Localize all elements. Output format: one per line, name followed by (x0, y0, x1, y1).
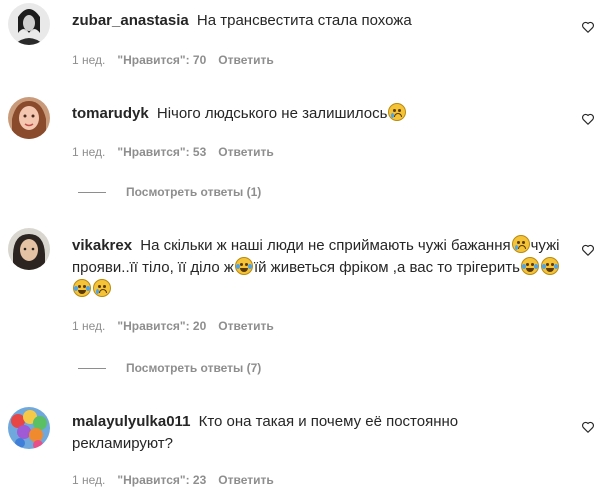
replies-divider (78, 191, 106, 193)
comment-meta: 1 нед. "Нравится": 53 Ответить (72, 145, 274, 159)
sad-face-emoji (93, 279, 111, 297)
comment-time[interactable]: 1 нед. (72, 145, 105, 159)
laughing-tears-emoji (234, 257, 253, 275)
comment-username[interactable]: zubar_anastasia (72, 12, 189, 29)
comment-time[interactable]: 1 нед. (72, 319, 105, 333)
heart-outline-icon[interactable] (581, 420, 595, 434)
comment-text: їй живеться фріком ,а вас то трігерить (253, 259, 520, 276)
heart-outline-icon[interactable] (581, 112, 595, 126)
laughing-tears-emoji (540, 257, 559, 275)
reply-button[interactable]: Ответить (218, 145, 273, 159)
comment-text: Нічого людського не залишилось (156, 105, 388, 122)
laughing-tears-emoji (73, 279, 91, 297)
reply-button[interactable]: Ответить (218, 473, 273, 487)
reply-button[interactable]: Ответить (218, 53, 273, 67)
comment-time[interactable]: 1 нед. (72, 473, 105, 487)
avatar[interactable] (8, 407, 50, 449)
avatar[interactable] (8, 97, 50, 139)
comment-meta: 1 нед. "Нравится": 20 Ответить (72, 319, 274, 333)
heart-outline-icon[interactable] (581, 20, 595, 34)
reply-button[interactable]: Ответить (218, 319, 273, 333)
comment-username[interactable]: malayulyulka011 (72, 413, 190, 430)
comment-username[interactable]: vikakrex (72, 237, 132, 254)
avatar[interactable] (8, 3, 50, 45)
comment-username[interactable]: tomarudyk (72, 105, 149, 122)
likes-count[interactable]: "Нравится": 53 (117, 145, 206, 159)
sad-face-emoji (388, 103, 407, 121)
likes-count[interactable]: "Нравится": 23 (117, 473, 206, 487)
comment-text: На трансвестита стала похожа (196, 12, 412, 29)
view-replies-label[interactable]: Посмотреть ответы (7) (126, 361, 261, 375)
view-replies-label[interactable]: Посмотреть ответы (1) (126, 185, 261, 199)
comment-time[interactable]: 1 нед. (72, 53, 105, 67)
comment-text: На скільки ж наші люди не сприймають чуж… (140, 237, 511, 254)
view-replies-button[interactable]: Посмотреть ответы (7) (78, 361, 261, 375)
comment-meta: 1 нед. "Нравится": 70 Ответить (72, 53, 274, 67)
replies-divider (78, 367, 106, 369)
avatar[interactable] (8, 228, 50, 270)
likes-count[interactable]: "Нравится": 20 (117, 319, 206, 333)
view-replies-button[interactable]: Посмотреть ответы (1) (78, 185, 261, 199)
comment-meta: 1 нед. "Нравится": 23 Ответить (72, 473, 274, 487)
likes-count[interactable]: "Нравится": 70 (117, 53, 206, 67)
sad-face-emoji (511, 235, 530, 253)
heart-outline-icon[interactable] (581, 243, 595, 257)
laughing-tears-emoji (520, 257, 539, 275)
